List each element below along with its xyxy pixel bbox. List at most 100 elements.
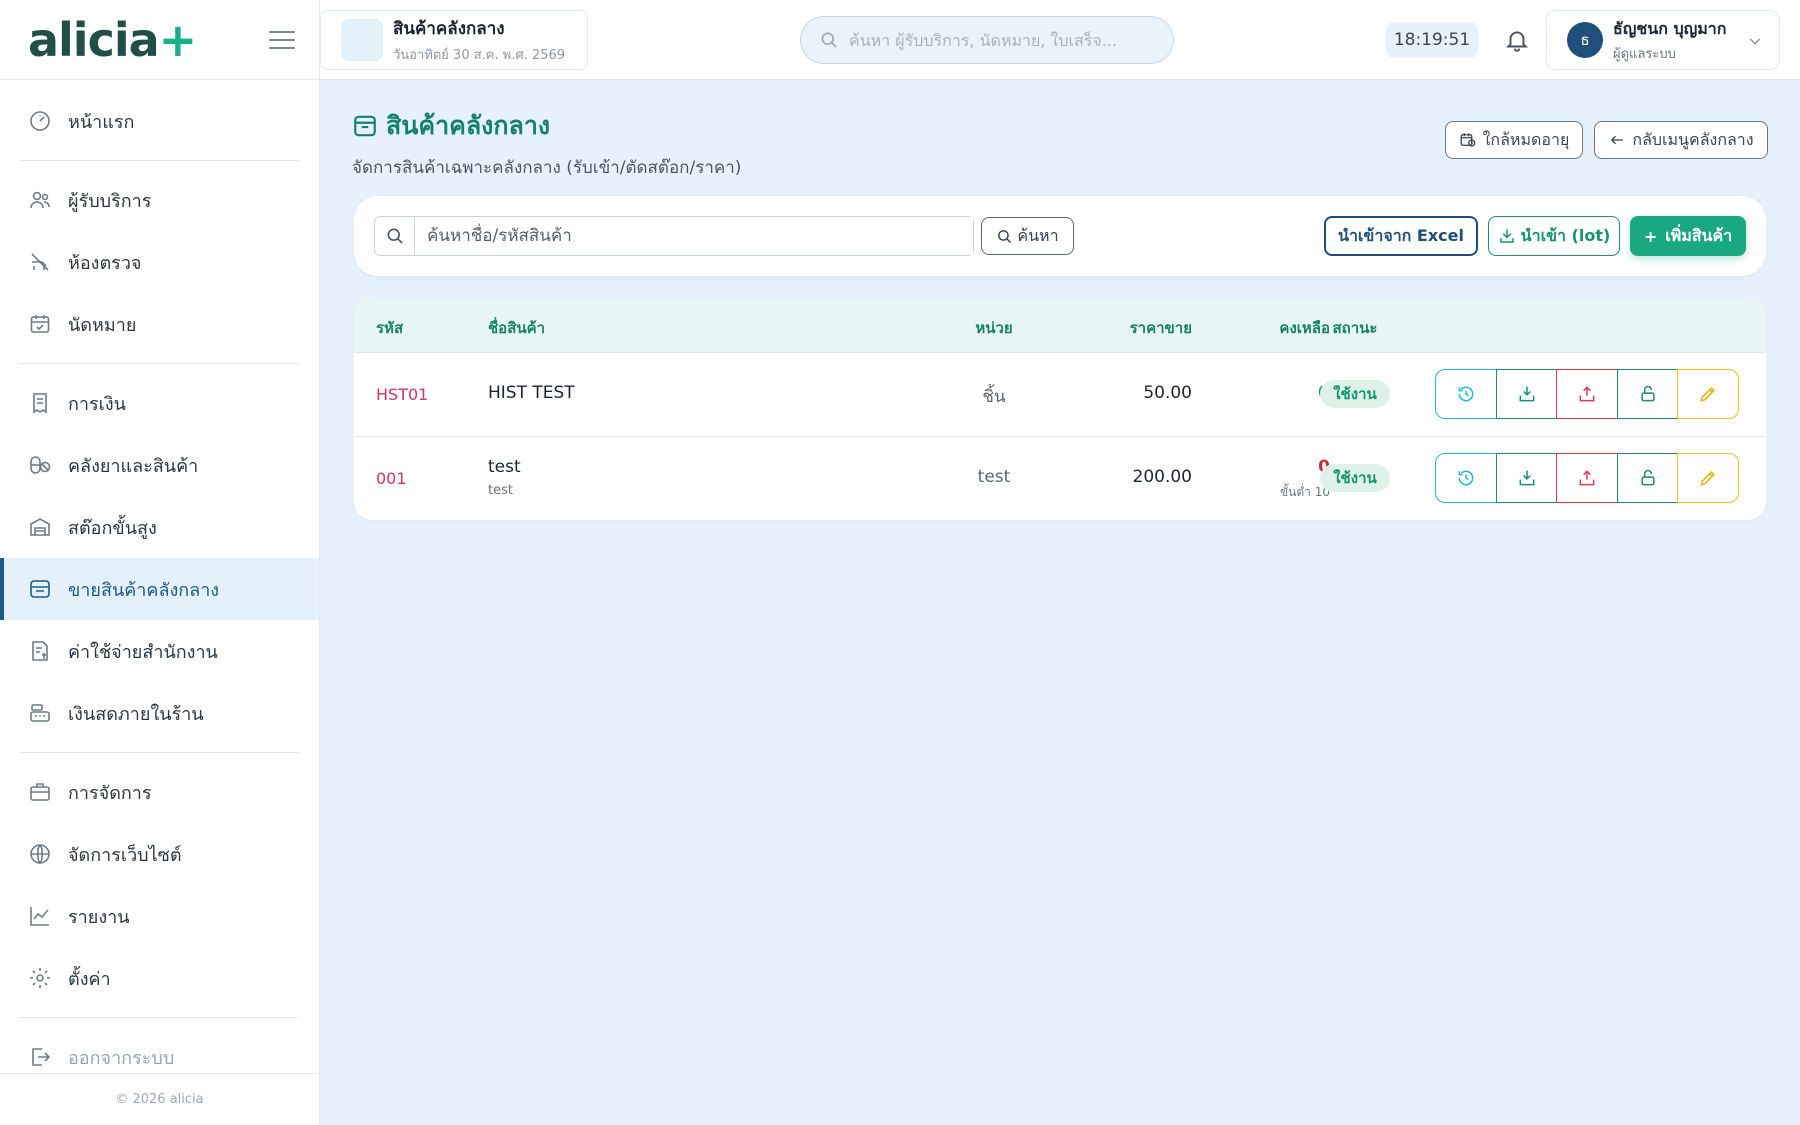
sidebar-item-label: เงินสดภายในร้าน bbox=[68, 703, 204, 725]
clock: 18:19:51 bbox=[1386, 22, 1478, 58]
divider bbox=[20, 752, 299, 753]
exam-room-icon bbox=[28, 250, 52, 274]
product-search[interactable] bbox=[374, 216, 974, 256]
column-header-unit[interactable]: หน่วย bbox=[954, 316, 1034, 340]
import-lot-button[interactable]: นำเข้า (lot) bbox=[1488, 216, 1620, 256]
pencil-icon bbox=[1700, 471, 1715, 486]
import-excel-button[interactable]: นำเข้าจาก Excel bbox=[1324, 216, 1478, 256]
history-button[interactable] bbox=[1435, 453, 1497, 503]
status-badge: ใช้งาน bbox=[1320, 380, 1390, 408]
sidebar-item-reports[interactable]: รายงาน bbox=[0, 885, 319, 947]
branch-name: สินค้าคลังกลาง bbox=[393, 19, 505, 39]
users-icon bbox=[28, 188, 52, 212]
product-code[interactable]: 001 bbox=[376, 469, 407, 488]
search-icon bbox=[998, 229, 1012, 243]
sidebar-item-home[interactable]: หน้าแรก bbox=[0, 90, 319, 152]
unlock-icon bbox=[1640, 385, 1655, 402]
sidebar-item-finance[interactable]: การเงิน bbox=[0, 372, 319, 434]
search-button[interactable]: ค้นหา bbox=[981, 217, 1074, 255]
divider bbox=[20, 1017, 299, 1018]
add-product-button[interactable]: + เพิ่มสินค้า bbox=[1630, 216, 1746, 256]
download-icon bbox=[1499, 229, 1514, 243]
sidebar-item-advanced-stock[interactable]: สต๊อกขั้นสูง bbox=[0, 496, 319, 558]
sidebar-item-pharmacy[interactable]: คลังยาและสินค้า bbox=[0, 434, 319, 496]
sidebar-item-label: จัดการเว็บไซต์ bbox=[68, 844, 182, 866]
avatar: ธ bbox=[1567, 22, 1603, 58]
product-stock: 0 bbox=[1234, 457, 1330, 477]
sidebar-item-cash[interactable]: เงินสดภายในร้าน bbox=[0, 682, 319, 744]
sidebar-nav: หน้าแรก ผู้รับบริการ ห้องตรวจ นัดหมาย กา… bbox=[0, 80, 319, 1088]
column-header-price[interactable]: ราคาขาย bbox=[1074, 316, 1192, 340]
sidebar-item-website[interactable]: จัดการเว็บไซต์ bbox=[0, 823, 319, 885]
stock-out-button[interactable] bbox=[1556, 369, 1618, 419]
sidebar-item-label: ผู้รับบริการ bbox=[68, 190, 152, 212]
lock-button[interactable] bbox=[1616, 453, 1679, 503]
column-header-name[interactable]: ชื่อสินค้า bbox=[488, 316, 545, 340]
user-menu[interactable]: ธ ธัญชนก บุญมาก ผู้ดูแลระบบ bbox=[1546, 10, 1780, 70]
sidebar-item-exam-room[interactable]: ห้องตรวจ bbox=[0, 231, 319, 293]
calendar-clock-icon bbox=[1460, 133, 1476, 147]
page-header: สินค้าคลังกลาง จัดการสินค้าเฉพาะคลังกลาง… bbox=[352, 106, 741, 181]
divider bbox=[20, 363, 299, 364]
sidebar-item-label: หน้าแรก bbox=[68, 111, 135, 133]
lock-button[interactable] bbox=[1616, 369, 1679, 419]
calendar-check-icon bbox=[28, 312, 52, 336]
edit-button[interactable] bbox=[1677, 453, 1739, 503]
archive-box-icon bbox=[354, 115, 376, 137]
column-header-status[interactable]: สถานะ bbox=[1320, 316, 1390, 340]
sidebar-item-label: การเงิน bbox=[68, 393, 126, 415]
stock-in-button[interactable] bbox=[1495, 453, 1558, 503]
global-search[interactable] bbox=[800, 16, 1174, 64]
menu-toggle-icon[interactable] bbox=[269, 30, 295, 49]
sidebar: alicia+ หน้าแรก ผู้รับบริการ ห้องตรวจ นั… bbox=[0, 0, 320, 1125]
sidebar-item-appointments[interactable]: นัดหมาย bbox=[0, 293, 319, 355]
expiring-soon-button[interactable]: ใกล้หมดอายุ bbox=[1445, 121, 1583, 159]
download-tray-icon bbox=[1519, 386, 1534, 402]
chart-icon bbox=[28, 904, 52, 928]
sidebar-item-label: นัดหมาย bbox=[68, 314, 137, 336]
product-name: test bbox=[488, 457, 521, 477]
download-tray-icon bbox=[1519, 470, 1534, 486]
stock-in-button[interactable] bbox=[1495, 369, 1558, 419]
history-icon bbox=[1458, 470, 1474, 486]
sidebar-item-clients[interactable]: ผู้รับบริการ bbox=[0, 169, 319, 231]
page-subtitle: จัดการสินค้าเฉพาะคลังกลาง (รับเข้า/ตัดสต… bbox=[352, 158, 742, 178]
product-table: รหัส ชื่อสินค้า หน่วย ราคาขาย คงเหลือ สถ… bbox=[354, 298, 1766, 520]
back-to-menu-button[interactable]: กลับเมนูคลังกลาง bbox=[1594, 121, 1768, 159]
logout-icon bbox=[28, 1045, 52, 1069]
product-search-input[interactable] bbox=[415, 217, 973, 255]
sidebar-item-management[interactable]: การจัดการ bbox=[0, 761, 319, 823]
product-toolbar: ค้นหา นำเข้าจาก Excel นำเข้า (lot) + เพิ… bbox=[354, 196, 1766, 276]
global-search-input[interactable] bbox=[849, 30, 1149, 50]
sidebar-item-label: ตั้งค่า bbox=[68, 968, 111, 990]
sidebar-item-office-expenses[interactable]: ค่าใช้จ่ายสำนักงาน bbox=[0, 620, 319, 682]
topbar: สินค้าคลังกลาง วันอาทิตย์ 30 ส.ค. พ.ศ. 2… bbox=[320, 0, 1800, 80]
status-badge: ใช้งาน bbox=[1320, 464, 1390, 492]
history-button[interactable] bbox=[1435, 369, 1497, 419]
column-header-stock[interactable]: คงเหลือ bbox=[1234, 316, 1330, 340]
sidebar-item-central-store[interactable]: ขายสินค้าคลังกลาง bbox=[0, 558, 319, 620]
branch-logo bbox=[341, 19, 383, 61]
chevron-down-icon bbox=[1747, 33, 1763, 49]
upload-tray-icon bbox=[1579, 386, 1595, 402]
receipt-icon bbox=[28, 391, 52, 415]
search-icon bbox=[375, 217, 415, 255]
edit-button[interactable] bbox=[1677, 369, 1739, 419]
column-header-code[interactable]: รหัส bbox=[376, 316, 403, 340]
product-code[interactable]: HST01 bbox=[376, 385, 428, 404]
notification-bell-icon[interactable] bbox=[1500, 22, 1534, 58]
brand-bar: alicia+ bbox=[0, 0, 319, 80]
unlock-icon bbox=[1640, 469, 1655, 486]
pills-icon bbox=[28, 453, 52, 477]
globe-icon bbox=[28, 842, 52, 866]
pencil-icon bbox=[1700, 387, 1715, 402]
stock-out-button[interactable] bbox=[1556, 453, 1618, 503]
copyright: © 2026 alicia bbox=[0, 1073, 319, 1125]
sidebar-item-label: การจัดการ bbox=[68, 782, 152, 804]
warehouse-icon bbox=[28, 515, 52, 539]
branch-card[interactable]: สินค้าคลังกลาง วันอาทิตย์ 30 ส.ค. พ.ศ. 2… bbox=[320, 10, 588, 70]
dashboard-icon bbox=[28, 109, 52, 133]
sidebar-item-settings[interactable]: ตั้งค่า bbox=[0, 947, 319, 1009]
table-row: HST01 HIST TEST ชิ้น 50.00 0 ใช้งาน bbox=[354, 352, 1766, 436]
alicia-logo[interactable]: alicia+ bbox=[28, 17, 197, 63]
